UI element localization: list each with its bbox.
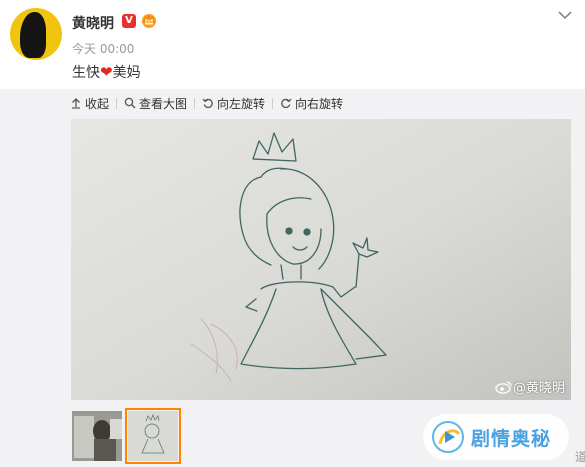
post-text-after: 美妈 (112, 65, 141, 81)
photo-watermark: @黄晓明 (495, 377, 565, 396)
toolbar-divider (116, 97, 118, 109)
avatar-silhouette (20, 12, 46, 58)
toolbar-divider (272, 97, 274, 109)
chevron-down-icon[interactable] (556, 8, 574, 22)
main-photo[interactable]: @黄晓明 (71, 119, 571, 400)
collapse-button[interactable]: 收起 (70, 95, 109, 112)
watermark-text: @黄晓明 (512, 381, 565, 396)
image-toolbar: 收起 查看大图 向左旋转 向右旋转 (70, 95, 343, 111)
brand-overlay: 剧情奥秘 (423, 414, 569, 460)
photo-thumbnail-selected[interactable] (125, 408, 181, 464)
post-timestamp[interactable]: 今天 00:00 (72, 40, 134, 57)
verified-badge[interactable]: V (122, 14, 136, 28)
toolbar-divider (194, 97, 196, 109)
heart-icon: ❤ (100, 63, 113, 81)
view-large-label: 查看大图 (139, 96, 188, 111)
edge-text: 道 (575, 450, 585, 464)
rotate-right-label: 向右旋转 (295, 96, 344, 111)
rotate-left-button[interactable]: 向左旋转 (202, 95, 265, 112)
magnifier-icon (124, 97, 136, 109)
rotate-left-icon (202, 98, 213, 109)
rotate-right-button[interactable]: 向右旋转 (280, 95, 343, 112)
post-text-before: 生快 (72, 65, 100, 81)
arrow-up-icon (72, 98, 80, 109)
rotate-left-label: 向左旋转 (217, 96, 266, 111)
avatar[interactable] (10, 8, 62, 60)
collapse-label: 收起 (85, 96, 110, 111)
crown-badge-icon[interactable] (141, 12, 157, 28)
brand-text: 剧情奥秘 (471, 427, 552, 450)
weibo-logo-icon (495, 380, 512, 394)
princess-drawing-image (71, 119, 571, 400)
view-large-button[interactable]: 查看大图 (124, 95, 187, 112)
thumbnail-image (72, 411, 122, 461)
photo-thumbnail[interactable] (72, 411, 122, 461)
post-text: 生快❤美妈 (72, 62, 141, 82)
thumbnail-image (128, 411, 178, 461)
username[interactable]: 黄晓明 (72, 13, 114, 33)
play-logo-icon (432, 421, 464, 453)
rotate-right-icon (281, 98, 292, 109)
